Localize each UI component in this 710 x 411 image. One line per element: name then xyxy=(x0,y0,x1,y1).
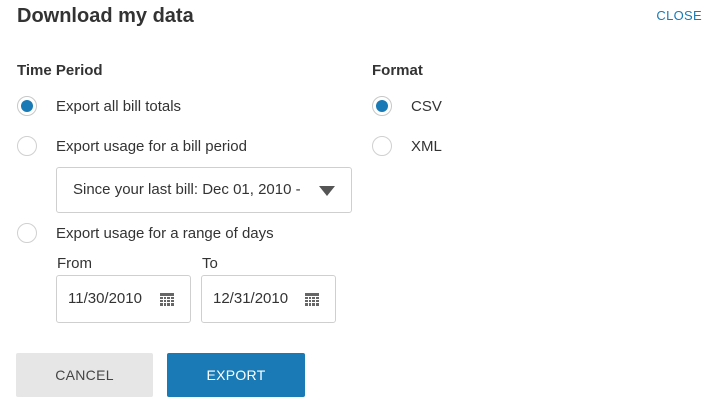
dialog-title: Download my data xyxy=(17,5,194,27)
bill-period-select-value: Since your last bill: Dec 01, 2010 - xyxy=(73,181,301,198)
export-button[interactable]: EXPORT xyxy=(167,353,305,397)
radio-button-checked[interactable] xyxy=(372,96,392,116)
radio-label: Export usage for a bill period xyxy=(56,137,247,155)
format-heading: Format xyxy=(372,62,423,79)
calendar-icon[interactable] xyxy=(160,293,174,306)
radio-label: Export all bill totals xyxy=(56,97,182,115)
cancel-button[interactable]: CANCEL xyxy=(16,353,153,397)
time-period-heading: Time Period xyxy=(17,62,103,79)
to-date-value: 12/31/2010 xyxy=(213,290,289,307)
radio-button[interactable] xyxy=(17,223,37,243)
download-data-dialog: Download my data CLOSE Time Period Expor… xyxy=(0,0,710,411)
from-date-value: 11/30/2010 xyxy=(68,290,142,307)
radio-option-range-of-days[interactable]: Export usage for a range of days xyxy=(17,223,274,243)
from-label: From xyxy=(57,255,92,272)
to-label: To xyxy=(202,255,218,272)
radio-option-csv[interactable]: CSV xyxy=(372,96,442,116)
to-date-field[interactable]: 12/31/2010 xyxy=(201,275,336,323)
close-link[interactable]: CLOSE xyxy=(656,8,702,23)
radio-label: XML xyxy=(411,137,442,155)
calendar-icon[interactable] xyxy=(305,293,319,306)
radio-option-xml[interactable]: XML xyxy=(372,136,442,156)
radio-button-checked[interactable] xyxy=(17,96,37,116)
chevron-down-icon xyxy=(319,186,335,196)
radio-label: CSV xyxy=(411,97,442,115)
bill-period-select[interactable]: Since your last bill: Dec 01, 2010 - xyxy=(56,167,352,213)
radio-option-bill-period[interactable]: Export usage for a bill period xyxy=(17,136,247,156)
from-date-field[interactable]: 11/30/2010 xyxy=(56,275,191,323)
radio-button[interactable] xyxy=(372,136,392,156)
radio-label: Export usage for a range of days xyxy=(56,224,274,242)
radio-button[interactable] xyxy=(17,136,37,156)
radio-option-all-bill-totals[interactable]: Export all bill totals xyxy=(17,96,181,116)
